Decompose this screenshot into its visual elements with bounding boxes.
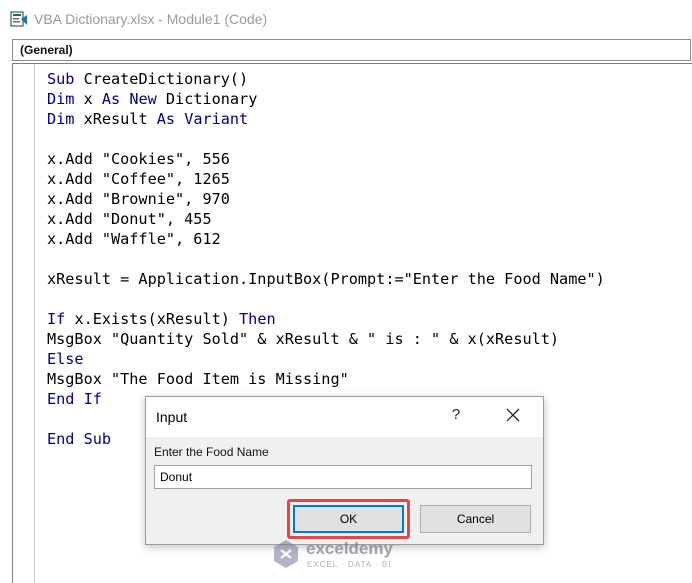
dialog-title: Input [156, 409, 188, 425]
window-title: VBA Dictionary.xlsx - Module1 (Code) [34, 11, 268, 27]
code-keyword: As [156, 110, 176, 128]
exceldemy-logo-icon [274, 540, 298, 568]
code-line[interactable]: x.Add "Donut", 455 [47, 209, 605, 229]
code-token: x.Add "Donut", 455 [47, 210, 212, 228]
procedure-combobox-value: (General) [20, 43, 73, 57]
code-line[interactable]: x.Add "Coffee", 1265 [47, 169, 605, 189]
code-token: x.Add "Waffle", 612 [47, 230, 221, 248]
code-token: x [74, 90, 102, 108]
code-keyword: Dim [47, 90, 75, 108]
window-titlebar: VBA Dictionary.xlsx - Module1 (Code) [0, 0, 692, 40]
code-token: xResult = Application.InputBox(Prompt:="… [47, 270, 605, 288]
food-name-input[interactable]: Donut [154, 465, 532, 489]
code-line[interactable]: xResult = Application.InputBox(Prompt:="… [47, 269, 605, 289]
code-token: x.Exists(xResult) [65, 310, 240, 328]
code-keyword: End Sub [47, 430, 112, 448]
code-line[interactable]: Dim xResult As Variant [47, 109, 605, 129]
code-line[interactable]: Dim x As New Dictionary [47, 89, 605, 109]
code-line[interactable]: MsgBox "Quantity Sold" & xResult & " is … [47, 329, 605, 349]
code-token: CreateDictionary() [74, 70, 249, 88]
food-name-input-value: Donut [160, 470, 193, 484]
code-keyword: Then [239, 310, 276, 328]
code-keyword: Else [47, 350, 84, 368]
code-line[interactable] [47, 129, 605, 149]
margin-indicator-bar[interactable] [13, 64, 35, 583]
code-keyword: Variant [184, 110, 249, 128]
code-keyword: End If [47, 390, 102, 408]
watermark-tagline: EXCEL · DATA · BI [307, 560, 392, 569]
code-line[interactable]: Sub CreateDictionary() [47, 69, 605, 89]
code-keyword: As [101, 90, 121, 108]
watermark-name: exceldemy [306, 539, 393, 558]
help-button[interactable]: ? [444, 404, 468, 426]
code-line[interactable]: If x.Exists(xResult) Then [47, 309, 605, 329]
code-token: Dictionary [156, 90, 258, 108]
code-token: MsgBox "The Food Item is Missing" [47, 370, 349, 388]
code-line[interactable] [47, 289, 605, 309]
code-line[interactable]: x.Add "Waffle", 612 [47, 229, 605, 249]
code-keyword: If [47, 310, 66, 328]
code-token: x.Add "Cookies", 556 [47, 150, 230, 168]
procedure-combobox[interactable]: (General) [12, 39, 691, 61]
code-token: MsgBox "Quantity Sold" & xResult & " is … [47, 330, 560, 348]
vba-module-icon [10, 11, 27, 27]
close-icon[interactable] [501, 404, 525, 426]
code-line[interactable]: x.Add "Cookies", 556 [47, 149, 605, 169]
ok-highlight-box [287, 499, 410, 539]
cancel-button[interactable]: Cancel [420, 505, 531, 533]
code-token: x.Add "Coffee", 1265 [47, 170, 230, 188]
code-line[interactable] [47, 249, 605, 269]
code-line[interactable]: MsgBox "The Food Item is Missing" [47, 369, 605, 389]
code-token: xResult [74, 110, 157, 128]
dialog-prompt: Enter the Food Name [154, 445, 269, 459]
code-token: x.Add "Brownie", 970 [47, 190, 230, 208]
code-keyword: New [129, 90, 157, 108]
code-keyword: Sub [47, 70, 75, 88]
code-text[interactable]: Sub CreateDictionary() Dim x As New Dicti… [47, 69, 605, 449]
code-keyword: Dim [47, 110, 75, 128]
code-line[interactable]: x.Add "Brownie", 970 [47, 189, 605, 209]
code-line[interactable]: Else [47, 349, 605, 369]
